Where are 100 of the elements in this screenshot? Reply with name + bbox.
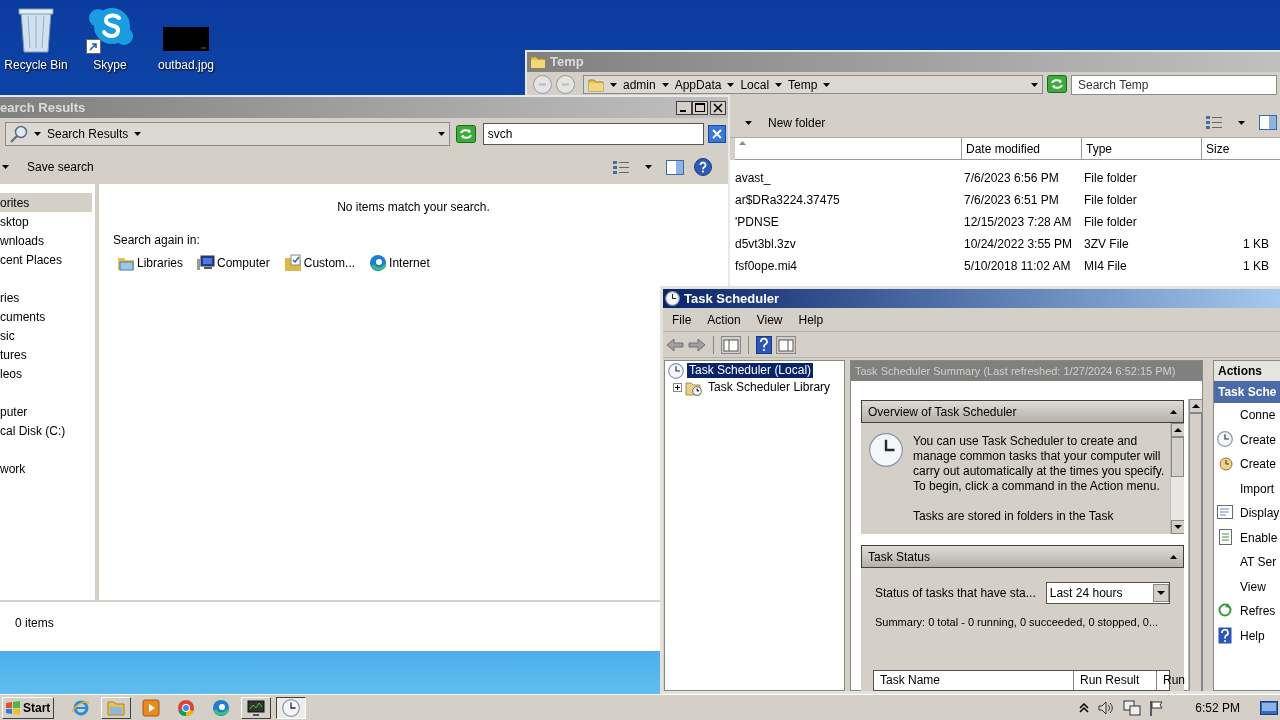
- minimize-button[interactable]: [676, 100, 692, 115]
- desktop-icon-label[interactable]: Skype: [93, 58, 127, 72]
- tree-item[interactable]: Task Scheduler (Local): [687, 363, 814, 378]
- start-button[interactable]: Start: [2, 696, 54, 719]
- menu-item[interactable]: View: [749, 310, 790, 329]
- action-link[interactable]: Refres: [1240, 602, 1276, 621]
- section-header[interactable]: Overview of Task Scheduler: [861, 400, 1184, 423]
- nav-item[interactable]: orites: [0, 193, 92, 212]
- action-group-header[interactable]: Task Sche: [1214, 381, 1280, 403]
- view-options-icon[interactable]: [613, 159, 629, 175]
- scroll-down-icon[interactable]: [1171, 520, 1184, 534]
- column-header[interactable]: Task Name: [874, 670, 1074, 690]
- scroll-up-icon[interactable]: [1171, 423, 1184, 437]
- caret-icon[interactable]: [610, 82, 617, 87]
- new-folder-button[interactable]: New folder: [766, 113, 828, 132]
- clock-icon[interactable]: [1217, 455, 1235, 474]
- caret-icon[interactable]: [645, 165, 652, 169]
- computer-icon[interactable]: [197, 254, 216, 272]
- file-name[interactable]: 'PDNSE: [735, 213, 962, 231]
- column-header[interactable]: Size: [1202, 138, 1280, 160]
- search-location-link[interactable]: Computer: [217, 254, 270, 272]
- show-desktop-button[interactable]: [1260, 700, 1278, 715]
- action-link[interactable]: AT Ser: [1240, 553, 1277, 572]
- show-tree-icon[interactable]: [721, 335, 741, 354]
- column-header[interactable]: Type: [1082, 138, 1202, 160]
- section-header[interactable]: Task Status: [861, 545, 1184, 568]
- caret-icon[interactable]: [775, 82, 783, 87]
- column-header[interactable]: [735, 138, 962, 160]
- clear-search-button[interactable]: [708, 125, 726, 143]
- address-bar[interactable]: admin AppData Local Temp: [583, 75, 1043, 94]
- help-icon[interactable]: [694, 158, 712, 176]
- collapse-arrow-icon[interactable]: [1170, 409, 1177, 414]
- taskbar-button[interactable]: [276, 696, 306, 719]
- menu-item[interactable]: File: [665, 310, 699, 329]
- recycle-bin-icon[interactable]: [16, 6, 56, 54]
- preview-pane-icon[interactable]: [666, 159, 684, 175]
- save-search-button[interactable]: Save search: [27, 158, 94, 176]
- breadcrumb-item[interactable]: Search Results: [47, 125, 129, 143]
- document-icon[interactable]: [1217, 528, 1235, 547]
- search-field[interactable]: Search Temp: [1071, 75, 1277, 95]
- caret-icon[interactable]: [437, 132, 445, 136]
- search-location-link[interactable]: Custom...: [303, 254, 356, 272]
- flag-icon[interactable]: [1149, 699, 1166, 716]
- show-hidden-icons-icon[interactable]: [1079, 702, 1090, 713]
- action-link[interactable]: Enable: [1240, 528, 1278, 547]
- action-link[interactable]: Display: [1240, 504, 1280, 523]
- close-button[interactable]: [710, 100, 726, 115]
- action-link[interactable]: Create: [1240, 430, 1277, 449]
- caret-icon[interactable]: [661, 82, 669, 87]
- column-header[interactable]: Date modified: [962, 138, 1082, 160]
- caret-icon[interactable]: [134, 132, 142, 136]
- caret-icon[interactable]: [823, 82, 831, 87]
- breadcrumb-item[interactable]: AppData: [674, 75, 722, 94]
- folder-checklist-icon[interactable]: [283, 254, 302, 272]
- clock-icon[interactable]: [1217, 430, 1235, 449]
- action-link[interactable]: Conne: [1240, 406, 1276, 425]
- back-arrow-icon[interactable]: [666, 337, 684, 352]
- help-icon[interactable]: [756, 335, 772, 354]
- caret-icon[interactable]: [727, 82, 735, 87]
- refresh-icon[interactable]: [455, 125, 476, 143]
- file-name[interactable]: avast_: [735, 169, 962, 187]
- caret-icon[interactable]: [1238, 120, 1245, 125]
- search-location-link[interactable]: Internet: [389, 254, 430, 272]
- breadcrumb-item[interactable]: Local: [740, 75, 770, 94]
- action-link[interactable]: Create: [1240, 455, 1277, 474]
- menu-item[interactable]: Help: [791, 310, 831, 329]
- globe-swirl-icon[interactable]: [369, 254, 388, 272]
- breadcrumb-item[interactable]: Temp: [788, 75, 818, 94]
- search-location-link[interactable]: Libraries: [137, 254, 184, 272]
- action-link[interactable]: Import: [1240, 479, 1274, 498]
- help-icon[interactable]: [1217, 626, 1235, 645]
- tree-item[interactable]: Task Scheduler Library: [706, 380, 833, 395]
- expand-icon[interactable]: [673, 383, 682, 392]
- caret-icon[interactable]: [1031, 82, 1038, 87]
- caret-icon[interactable]: [2, 165, 9, 169]
- caret-icon[interactable]: [34, 132, 41, 136]
- search-field[interactable]: svch: [482, 123, 704, 145]
- file-name[interactable]: fsf0ope.mi4: [735, 257, 962, 275]
- desktop-icon-label[interactable]: outbad.jpg: [157, 58, 215, 72]
- maximize-button[interactable]: [692, 100, 708, 115]
- scrollbar[interactable]: [1170, 423, 1184, 534]
- breadcrumb-item[interactable]: admin: [623, 75, 656, 94]
- chat-bubble-icon[interactable]: [86, 6, 134, 54]
- desktop-icon-label[interactable]: Recycle Bin: [4, 58, 68, 72]
- file-name[interactable]: ar$DRa3224.37475: [735, 191, 962, 209]
- caret-icon[interactable]: [745, 120, 752, 125]
- network-icon[interactable]: [1123, 699, 1142, 716]
- menu-item[interactable]: Action: [700, 310, 748, 329]
- collapse-arrow-icon[interactable]: [1170, 554, 1177, 559]
- address-bar[interactable]: Search Results: [5, 122, 450, 146]
- period-dropdown[interactable]: Last 24 hours: [1045, 582, 1170, 604]
- forward-arrow-icon[interactable]: [688, 337, 706, 352]
- preview-pane-icon[interactable]: [1259, 115, 1277, 130]
- file-name[interactable]: d5vt3bl.3zv: [735, 235, 962, 253]
- show-action-pane-icon[interactable]: [776, 335, 796, 354]
- action-link[interactable]: Help: [1240, 626, 1265, 645]
- action-link[interactable]: View: [1240, 577, 1266, 596]
- scroll-up-icon[interactable]: [1189, 399, 1203, 413]
- view-options-icon[interactable]: [1206, 115, 1222, 130]
- column-header[interactable]: Run Result: [1074, 670, 1157, 690]
